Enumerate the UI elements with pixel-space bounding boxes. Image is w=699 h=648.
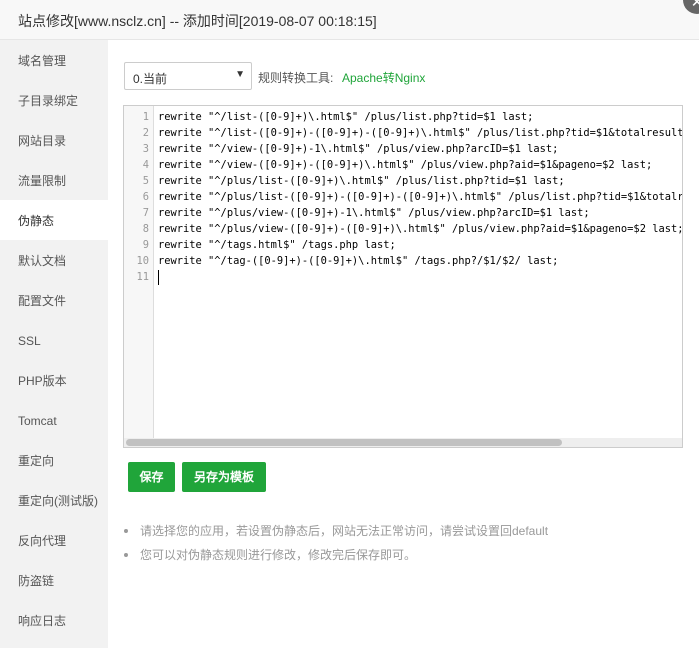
- tip-item: 您可以对伪静态规则进行修改，修改完后保存即可。: [122, 547, 548, 571]
- code-line: rewrite "^/plus/view-([0-9]+)-1\.html$" …: [158, 207, 590, 219]
- line-number: 6: [142, 191, 149, 203]
- code-line: rewrite "^/plus/view-([0-9]+)-([0-9]+)\.…: [158, 223, 682, 235]
- sidebar-item-subdir-binding[interactable]: 子目录绑定: [0, 80, 108, 120]
- line-number: 8: [142, 223, 149, 235]
- sidebar-item-domain[interactable]: 域名管理: [0, 40, 108, 80]
- line-number: 7: [142, 207, 149, 219]
- rewrite-panel: 0.当前 ▼ 规则转换工具: Apache转Nginx 1 2 3 4 5 6 …: [108, 40, 699, 648]
- save-as-template-button[interactable]: 另存为模板: [182, 462, 266, 492]
- sidebar-item-hotlink-protection[interactable]: 防盗链: [0, 560, 108, 600]
- line-number: 3: [142, 143, 149, 155]
- dialog-title: 站点修改[www.nsclz.cn] -- 添加时间[2019-08-07 00…: [18, 13, 377, 29]
- line-number: 11: [136, 271, 149, 283]
- rewrite-code-editor[interactable]: 1 2 3 4 5 6 7 8 9 10 11 rewrite "^/list-…: [123, 105, 683, 448]
- chevron-down-icon: ▼: [235, 69, 245, 80]
- code-line: rewrite "^/plus/list-([0-9]+)\.html$" /p…: [158, 175, 565, 187]
- rewrite-version-value: 0.当前: [133, 72, 168, 86]
- line-number: 2: [142, 127, 149, 139]
- apache-to-nginx-link[interactable]: Apache转Nginx: [342, 69, 425, 86]
- sidebar-item-redirect[interactable]: 重定向: [0, 440, 108, 480]
- sidebar-item-config-file[interactable]: 配置文件: [0, 280, 108, 320]
- sidebar-item-response-log[interactable]: 响应日志: [0, 600, 108, 640]
- line-number: 5: [142, 175, 149, 187]
- code-line: rewrite "^/plus/list-([0-9]+)-([0-9]+)-(…: [158, 191, 682, 203]
- code-line: rewrite "^/list-([0-9]+)\.html$" /plus/l…: [158, 111, 534, 123]
- dialog-titlebar: 站点修改[www.nsclz.cn] -- 添加时间[2019-08-07 00…: [0, 0, 699, 40]
- scrollbar-thumb[interactable]: [126, 439, 562, 446]
- code-content: rewrite "^/list-([0-9]+)\.html$" /plus/l…: [158, 106, 682, 436]
- line-number: 1: [142, 111, 149, 123]
- sidebar-item-reverse-proxy[interactable]: 反向代理: [0, 520, 108, 560]
- line-number: 4: [142, 159, 149, 171]
- bullet-icon: [124, 529, 128, 533]
- sidebar-item-default-document[interactable]: 默认文档: [0, 240, 108, 280]
- code-line: rewrite "^/view-([0-9]+)-([0-9]+)\.html$…: [158, 159, 653, 171]
- code-line: rewrite "^/tag-([0-9]+)-([0-9]+)\.html$"…: [158, 255, 559, 267]
- horizontal-scrollbar[interactable]: [124, 438, 682, 447]
- sidebar-item-rewrite[interactable]: 伪静态: [0, 200, 108, 240]
- line-number-gutter: 1 2 3 4 5 6 7 8 9 10 11: [124, 106, 154, 447]
- sidebar-item-php-version[interactable]: PHP版本: [0, 360, 108, 400]
- sidebar-item-traffic-limit[interactable]: 流量限制: [0, 160, 108, 200]
- rule-converter-label: 规则转换工具:: [258, 71, 334, 85]
- code-line: rewrite "^/view-([0-9]+)-1\.html$" /plus…: [158, 143, 559, 155]
- save-button[interactable]: 保存: [128, 462, 175, 492]
- line-number: 10: [136, 255, 149, 267]
- tip-text: 您可以对伪静态规则进行修改，修改完后保存即可。: [140, 548, 417, 562]
- rewrite-version-select[interactable]: 0.当前 ▼: [124, 62, 252, 90]
- sidebar-item-tomcat[interactable]: Tomcat: [0, 400, 108, 440]
- code-line: rewrite "^/tags.html$" /tags.php last;: [158, 239, 396, 251]
- sidebar: 域名管理 子目录绑定 网站目录 流量限制 伪静态 默认文档 配置文件 SSL P…: [0, 40, 108, 648]
- sidebar-item-redirect-beta[interactable]: 重定向(测试版): [0, 480, 108, 520]
- bullet-icon: [124, 553, 128, 557]
- sidebar-item-ssl[interactable]: SSL: [0, 320, 108, 360]
- tip-item: 请选择您的应用，若设置伪静态后，网站无法正常访问，请尝试设置回default: [122, 523, 548, 547]
- code-line: rewrite "^/list-([0-9]+)-([0-9]+)-([0-9]…: [158, 127, 682, 139]
- tips-list: 请选择您的应用，若设置伪静态后，网站无法正常访问，请尝试设置回default 您…: [122, 523, 548, 571]
- sidebar-item-site-directory[interactable]: 网站目录: [0, 120, 108, 160]
- text-caret: [158, 270, 159, 285]
- tip-text: 请选择您的应用，若设置伪静态后，网站无法正常访问，请尝试设置回default: [140, 524, 549, 538]
- line-number: 9: [142, 239, 149, 251]
